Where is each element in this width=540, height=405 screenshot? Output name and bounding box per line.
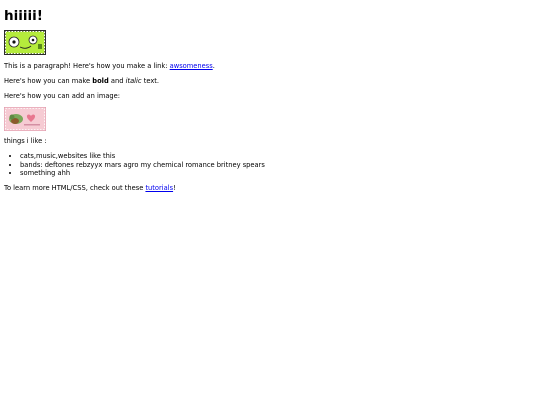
image-intro-paragraph: Here's how you can add an image:	[4, 91, 121, 100]
tutorial-paragraph: To learn more HTML/CSS, check out these …	[4, 184, 540, 192]
tutorials-link[interactable]: tutorials	[145, 184, 173, 192]
cat-stamp-icon	[4, 106, 46, 131]
tutorial-paragraph-suffix: !	[173, 183, 176, 192]
bold-paragraph-middle: and	[108, 76, 126, 85]
likes-heading: things i like :	[4, 137, 47, 146]
page-content: hiiiii! This is a paragraph! Here's how …	[0, 0, 540, 192]
italic-text: italic	[125, 76, 142, 85]
list-item: cats,music,websites like this	[20, 152, 540, 160]
green-face-stamp-icon	[4, 30, 46, 56]
link-paragraph-text: This is a paragraph! Here's how you make…	[4, 61, 170, 70]
likes-list: cats,music,websites like this bands: def…	[4, 152, 540, 177]
bold-paragraph-suffix: text.	[141, 76, 160, 85]
page-title: hiiiii!	[4, 8, 43, 24]
bold-italic-paragraph: Here's how you can make bold and italic …	[4, 77, 540, 85]
tutorial-paragraph-prefix: To learn more HTML/CSS, check out these	[4, 183, 146, 192]
cat-stamp-image	[4, 106, 540, 131]
list-item: bands: deftones rebzyyx mars agro my che…	[20, 161, 540, 169]
bold-paragraph-prefix: Here's how you can make	[4, 76, 93, 85]
link-paragraph: This is a paragraph! Here's how you make…	[4, 62, 540, 70]
awsomeness-link[interactable]: awsomeness	[170, 62, 213, 70]
link-paragraph-suffix: .	[212, 61, 215, 70]
stamp-banner-image	[4, 30, 540, 56]
bold-text: bold	[92, 76, 109, 85]
list-item: something ahh	[20, 169, 540, 177]
